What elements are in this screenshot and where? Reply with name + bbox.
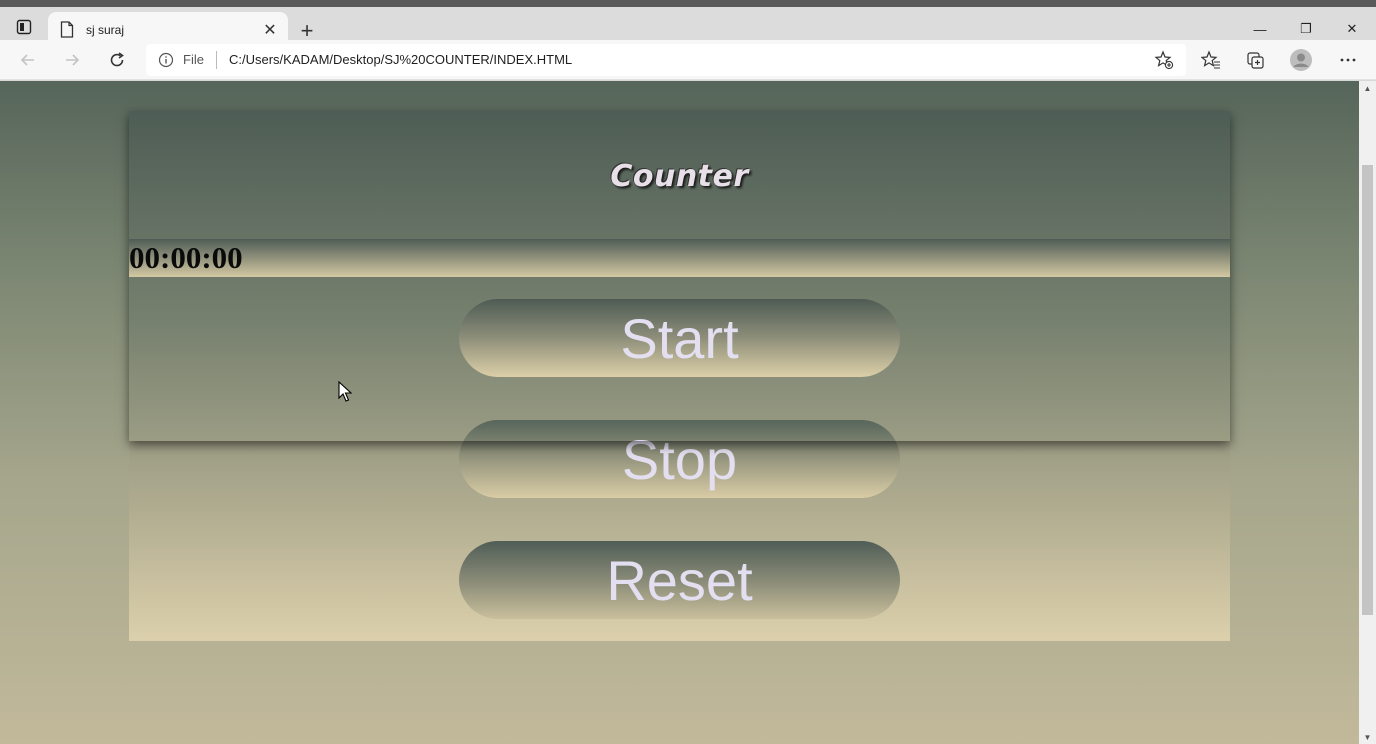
scroll-up-icon[interactable]: ▲ (1359, 81, 1376, 95)
vertical-scrollbar[interactable]: ▲ ▼ (1359, 81, 1376, 744)
info-icon[interactable] (158, 52, 174, 68)
browser-toolbar: File C:/Users/KADAM/Desktop/SJ%20COUNTER… (0, 40, 1376, 80)
start-button[interactable]: Start (459, 299, 900, 377)
url-text[interactable]: C:/Users/KADAM/Desktop/SJ%20COUNTER/INDE… (229, 52, 572, 67)
scroll-thumb[interactable] (1362, 165, 1373, 615)
address-bar[interactable]: File C:/Users/KADAM/Desktop/SJ%20COUNTER… (146, 44, 1186, 76)
page-title: Counter (610, 159, 749, 194)
counter-card: Counter 00:00:00 Start Stop Reset (129, 111, 1230, 641)
collections-icon[interactable] (1244, 48, 1268, 72)
reload-icon[interactable] (103, 46, 131, 74)
favorites-icon[interactable] (1199, 48, 1223, 72)
profile-icon[interactable] (1289, 48, 1313, 72)
back-icon[interactable] (14, 46, 42, 74)
tab-title: sj suraj (86, 22, 125, 37)
address-separator (216, 51, 217, 69)
more-icon[interactable] (1336, 48, 1360, 72)
scroll-down-icon[interactable]: ▼ (1359, 730, 1376, 744)
tab-strip: sj suraj ✕ + — ❐ ✕ (0, 0, 1376, 47)
tab-actions-icon[interactable] (8, 14, 40, 40)
reset-button[interactable]: Reset (459, 541, 900, 619)
page-icon (60, 20, 76, 39)
timer-display: 00:00:00 (129, 239, 1230, 277)
timer-value: 00:00:00 (129, 240, 243, 275)
mouse-cursor-icon (338, 380, 353, 403)
tab-close-button[interactable]: ✕ (258, 18, 282, 42)
stop-button[interactable]: Stop (459, 420, 900, 498)
add-favorite-icon[interactable] (1154, 50, 1174, 70)
page-viewport: Counter 00:00:00 Start Stop Reset (0, 81, 1359, 744)
forward-icon[interactable] (58, 46, 86, 74)
protocol-label: File (183, 52, 204, 67)
